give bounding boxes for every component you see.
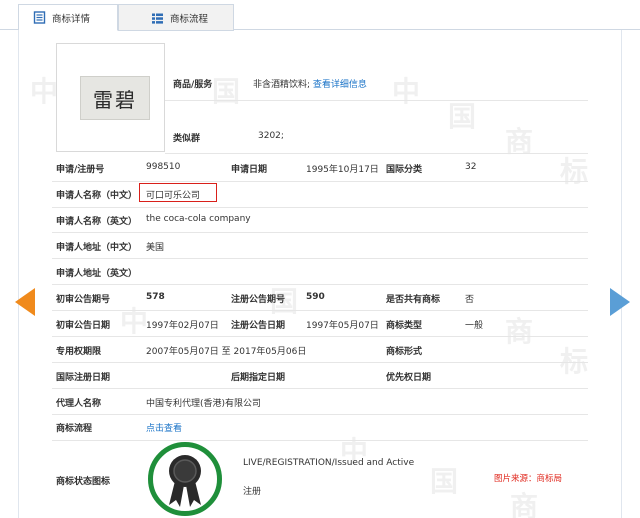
tm-type-value: 一般 — [465, 321, 484, 331]
similar-group-value: 3202; — [258, 131, 284, 141]
reg-date-label: 注册公告日期 — [231, 321, 286, 331]
app-date-label: 申请日期 — [231, 165, 268, 175]
watermark-char: 国 — [430, 465, 459, 498]
agent-label: 代理人名称 — [56, 399, 102, 409]
exclusive-period-label: 专用权期限 — [56, 347, 102, 357]
prelim-date-value: 1997年02月07日 — [146, 321, 219, 331]
document-icon — [33, 11, 46, 24]
watermark-char: 标 — [560, 345, 589, 378]
app-date-value: 1995年10月17日 — [306, 165, 379, 175]
next-arrow-icon[interactable] — [610, 288, 630, 316]
watermark-char: 商 — [505, 315, 534, 348]
registration-status-icon — [148, 442, 222, 516]
exclusive-period-value: 2007年05月07日 至 2017年05月06日 — [146, 347, 307, 357]
view-details-link[interactable]: 查看详细信息 — [313, 80, 367, 90]
status-text: LIVE/REGISTRATION/Issued and Active — [243, 458, 415, 468]
prelim-date-label: 初审公告日期 — [56, 321, 111, 331]
process-label: 商标流程 — [56, 424, 93, 434]
address-cn-label: 申请人地址（中文） — [56, 243, 138, 253]
divider — [52, 440, 588, 441]
agent-value: 中国专利代理(香港)有限公司 — [146, 399, 262, 409]
divider — [165, 100, 588, 101]
divider — [165, 153, 588, 154]
applicant-en-value: the coca-cola company — [146, 214, 251, 224]
goods-text: 非含酒精饮料; — [253, 80, 311, 90]
status-icon-label: 商标状态图标 — [56, 477, 111, 487]
intl-class-label: 国际分类 — [386, 165, 423, 175]
status-text-cn: 注册 — [243, 487, 262, 497]
watermark-char: 国 — [212, 75, 241, 108]
applicant-en-label: 申请人名称（英文） — [56, 217, 138, 227]
image-source-note: 图片来源：商标局 — [494, 474, 563, 484]
reg-date-value: 1997年05月07日 — [306, 321, 379, 331]
later-date-label: 后期指定日期 — [231, 373, 286, 383]
divider — [52, 414, 588, 415]
trademark-image: 雷碧 — [80, 76, 150, 120]
tab-label: 商标详情 — [52, 13, 91, 25]
reg-issue-value: 590 — [306, 292, 325, 302]
shared-value: 否 — [465, 295, 475, 305]
applicant-cn-label: 申请人名称（中文） — [56, 191, 138, 201]
tab-trademark-process[interactable]: 商标流程 — [118, 4, 234, 31]
divider — [52, 284, 588, 285]
tm-form-label: 商标形式 — [386, 347, 423, 357]
intl-reg-date-label: 国际注册日期 — [56, 373, 111, 383]
watermark-char: 中 — [30, 75, 59, 108]
goods-label: 商品/服务 — [173, 80, 213, 90]
tab-bar: 商标详情 商标流程 — [0, 0, 640, 31]
trademark-image-frame: 雷碧 — [56, 43, 165, 152]
watermark-char: 中 — [392, 75, 421, 108]
watermark-char: 商 — [510, 490, 539, 518]
divider — [52, 336, 588, 337]
intl-class-value: 32 — [465, 162, 477, 172]
address-en-label: 申请人地址（英文） — [56, 269, 138, 279]
divider — [52, 362, 588, 363]
divider — [52, 258, 588, 259]
prelim-issue-label: 初审公告期号 — [56, 295, 111, 305]
list-icon — [152, 13, 163, 24]
watermark-char: 国 — [448, 100, 477, 133]
priority-date-label: 优先权日期 — [386, 373, 432, 383]
divider — [52, 388, 588, 389]
divider — [52, 181, 588, 182]
address-cn-value: 美国 — [146, 243, 165, 253]
watermark-char: 商 — [505, 125, 534, 158]
reg-no-value: 998510 — [146, 162, 181, 172]
watermark-char: 标 — [560, 155, 589, 188]
tm-type-label: 商标类型 — [386, 321, 423, 331]
goods-value: 非含酒精饮料; 查看详细信息 — [253, 77, 367, 90]
watermark-char: 中 — [120, 305, 149, 338]
tab-trademark-details[interactable]: 商标详情 — [18, 4, 118, 31]
prelim-issue-value: 578 — [146, 292, 165, 302]
previous-arrow-icon[interactable] — [15, 288, 35, 316]
view-process-link[interactable]: 点击查看 — [146, 421, 182, 434]
divider — [52, 207, 588, 208]
shared-label: 是否共有商标 — [386, 295, 441, 305]
applicant-cn-value: 可口可乐公司 — [146, 191, 201, 201]
similar-group-label: 类似群 — [173, 134, 201, 144]
award-ribbon-icon — [169, 455, 201, 507]
tab-label: 商标流程 — [170, 13, 209, 25]
divider — [52, 310, 588, 311]
reg-issue-label: 注册公告期号 — [231, 295, 286, 305]
divider — [52, 232, 588, 233]
reg-no-label: 申请/注册号 — [56, 165, 105, 175]
